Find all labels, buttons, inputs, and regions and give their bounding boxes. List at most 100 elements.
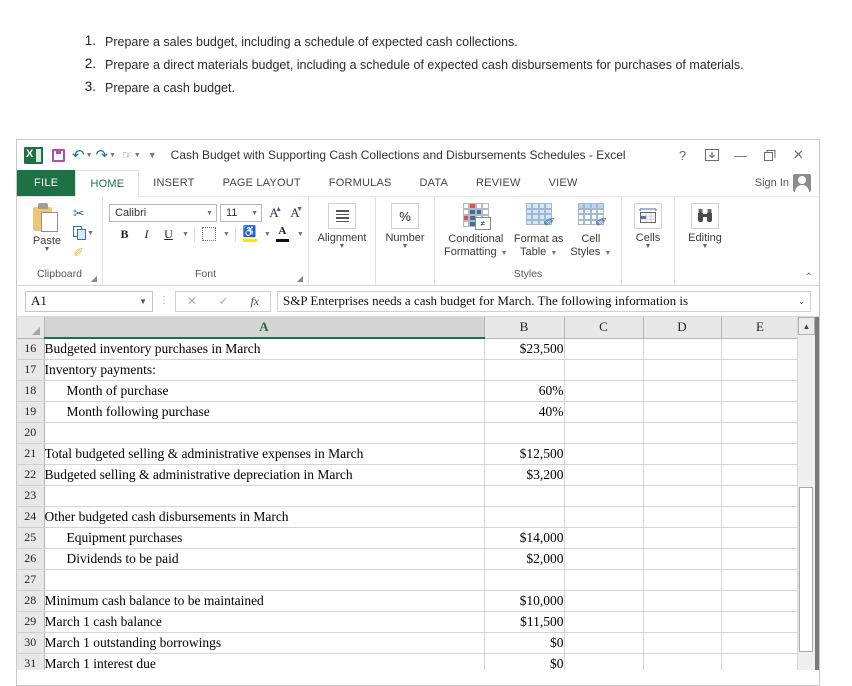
cell-c[interactable] [564,464,644,486]
undo-button[interactable]: ↶ ▼ [72,147,93,164]
insert-function-button[interactable]: fx [250,294,259,309]
row-header[interactable]: 20 [17,422,45,444]
font-color-button[interactable]: A [274,225,293,243]
fill-color-button[interactable]: ♿ [241,225,260,243]
conditional-formatting-button[interactable]: ≠ Conditional Formatting ▼ [441,201,511,260]
cell-d[interactable] [643,632,722,654]
cell-e[interactable] [721,422,797,444]
copy-button[interactable]: ▼ [73,224,94,242]
cell-b[interactable]: $3,200 [484,464,565,486]
close-button[interactable]: ✕ [784,142,813,168]
cut-button[interactable]: ✂ [73,204,94,222]
cell-d[interactable] [643,506,722,528]
tab-review[interactable]: REVIEW [462,170,535,196]
cell-d[interactable] [643,590,722,612]
row-header[interactable]: 29 [17,611,45,633]
cell-b[interactable]: $14,000 [484,527,565,549]
cell-a[interactable]: Month of purchase [44,380,485,402]
decrease-font-size-button[interactable]: A ▼ [286,204,304,222]
font-dialog-launcher[interactable]: ◢ [297,274,303,283]
help-button[interactable]: ? [668,142,697,168]
cell-e[interactable] [721,590,797,612]
cell-d[interactable] [643,338,722,360]
tab-page-layout[interactable]: PAGE LAYOUT [209,170,315,196]
cell-a[interactable]: Total budgeted selling & administrative … [44,443,485,465]
cell-c[interactable] [564,401,644,423]
font-name-input[interactable]: Calibri ▼ [109,204,217,222]
scrollbar-thumb[interactable] [799,487,813,652]
column-header-d[interactable]: D [643,317,722,339]
bold-button[interactable]: B [115,225,134,243]
column-header-c[interactable]: C [564,317,644,339]
cell-e[interactable] [721,632,797,654]
formula-input[interactable]: S&P Enterprises needs a cash budget for … [277,290,811,312]
cell-a[interactable]: Dividends to be paid [44,548,485,570]
cell-d[interactable] [643,548,722,570]
cell-a[interactable]: March 1 cash balance [44,611,485,633]
cell-d[interactable] [643,653,722,670]
cell-a[interactable] [44,422,485,444]
cell-e[interactable] [721,380,797,402]
cell-b[interactable] [484,422,565,444]
cell-b[interactable]: $23,500 [484,338,565,360]
cell-b[interactable]: $0 [484,632,565,654]
cell-c[interactable] [564,653,644,670]
cell-e[interactable] [721,506,797,528]
cell-b[interactable]: $10,000 [484,590,565,612]
cell-d[interactable] [643,611,722,633]
cell-a[interactable]: Equipment purchases [44,527,485,549]
cell-a[interactable]: Month following purchase [44,401,485,423]
font-size-input[interactable]: 11 ▼ [220,204,262,222]
cell-c[interactable] [564,422,644,444]
cell-a[interactable]: March 1 interest due [44,653,485,670]
restore-button[interactable] [755,142,784,168]
name-box[interactable]: A1 ▼ [25,290,153,312]
column-header-a[interactable]: A [44,317,485,339]
row-header[interactable]: 28 [17,590,45,612]
cell-b[interactable] [484,485,565,507]
cell-c[interactable] [564,632,644,654]
cell-d[interactable] [643,380,722,402]
chevron-down-icon[interactable]: ▼ [182,231,189,238]
cell-d[interactable] [643,422,722,444]
cell-e[interactable] [721,548,797,570]
cell-d[interactable] [643,443,722,465]
tab-file[interactable]: FILE [17,170,76,196]
cell-c[interactable] [564,527,644,549]
tab-formulas[interactable]: FORMULAS [315,170,406,196]
cell-c[interactable] [564,569,644,591]
column-header-e[interactable]: E [721,317,797,339]
save-icon[interactable] [52,147,69,164]
increase-font-size-button[interactable]: A ▲ [265,204,283,222]
tab-home[interactable]: HOME [75,170,140,197]
cell-a[interactable]: Inventory payments: [44,359,485,381]
select-all-button[interactable] [17,317,45,339]
cell-b[interactable]: $11,500 [484,611,565,633]
cell-b[interactable] [484,569,565,591]
column-header-b[interactable]: B [484,317,565,339]
row-header[interactable]: 17 [17,359,45,381]
tab-view[interactable]: VIEW [535,170,592,196]
cell-a[interactable] [44,569,485,591]
cell-d[interactable] [643,359,722,381]
paste-button[interactable]: Paste ▼ [23,201,71,253]
cell-b[interactable]: $2,000 [484,548,565,570]
cell-a[interactable]: Other budgeted cash disbursements in Mar… [44,506,485,528]
cell-e[interactable] [721,338,797,360]
cell-e[interactable] [721,464,797,486]
cell-styles-button[interactable]: ✐ Cell Styles ▼ [567,201,615,260]
cell-e[interactable] [721,401,797,423]
cell-e[interactable] [721,569,797,591]
cell-e[interactable] [721,443,797,465]
cell-a[interactable]: March 1 outstanding borrowings [44,632,485,654]
row-header[interactable]: 18 [17,380,45,402]
row-header[interactable]: 31 [17,653,45,670]
editing-button[interactable]: Editing ▼ [681,201,729,250]
collapse-ribbon-button[interactable]: ⌃ [805,272,813,283]
cell-d[interactable] [643,401,722,423]
redo-button[interactable]: ↷ ▼ [96,147,117,164]
chevron-down-icon[interactable]: ▼ [223,231,230,238]
cell-c[interactable] [564,548,644,570]
cell-c[interactable] [564,443,644,465]
italic-button[interactable]: I [137,225,156,243]
